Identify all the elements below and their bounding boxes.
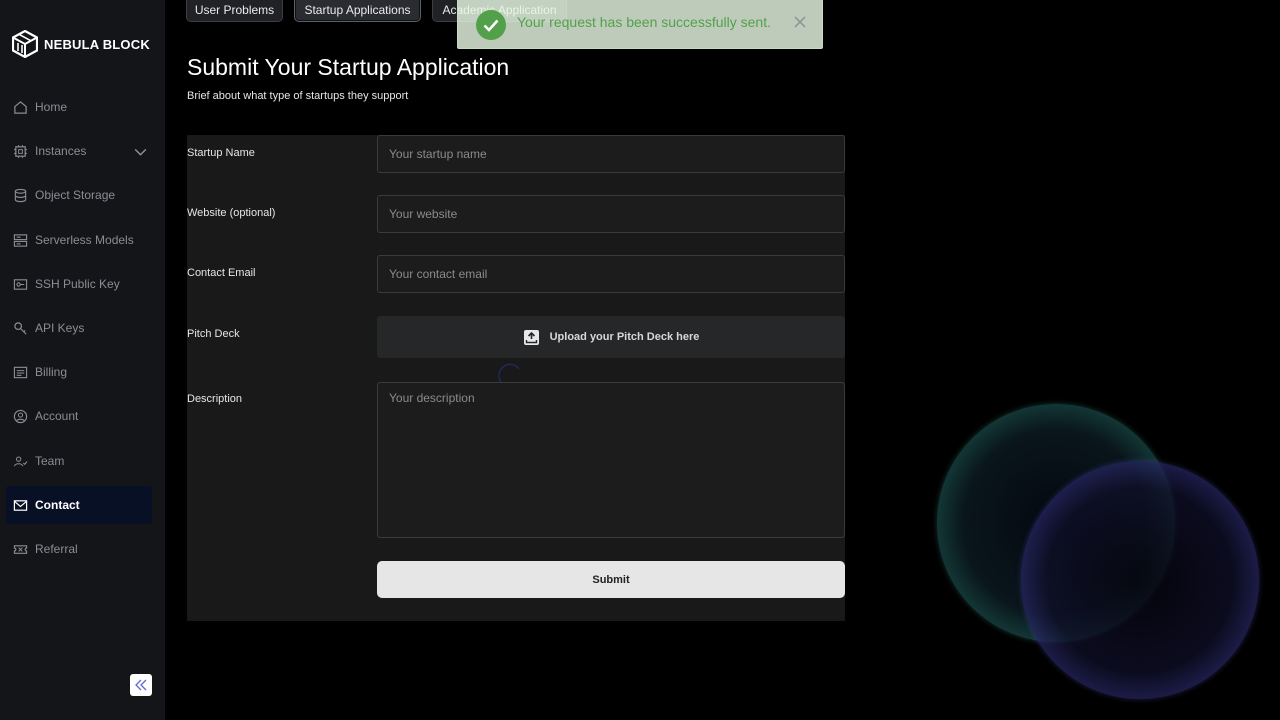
toast-message: Your request has been successfully sent. xyxy=(517,14,771,30)
tab-startup-applications[interactable]: Startup Applications xyxy=(294,0,421,22)
double-chevron-left-icon xyxy=(135,679,147,691)
sidebar-item-label: Contact xyxy=(35,498,80,512)
description-label: Description xyxy=(187,393,243,405)
cube-logo-icon xyxy=(12,30,38,58)
sidebar: NEBULA BLOCK Home Instances Object Stora… xyxy=(0,0,165,720)
decorative-bubble-purple xyxy=(1021,461,1259,699)
sidebar-item-label: Billing xyxy=(35,365,68,379)
key-card-icon xyxy=(13,278,28,290)
startup-name-label: Startup Name xyxy=(187,147,255,159)
sidebar-item-contact[interactable]: Contact xyxy=(6,486,152,524)
sidebar-item-label: Team xyxy=(35,454,65,468)
page-title: Submit Your Startup Application xyxy=(187,54,510,80)
ticket-icon xyxy=(13,544,28,554)
team-icon xyxy=(13,455,28,466)
upload-label: Upload your Pitch Deck here xyxy=(549,331,700,343)
contact-email-label: Contact Email xyxy=(187,267,256,279)
receipt-icon xyxy=(13,366,28,378)
check-circle-icon xyxy=(476,10,506,40)
submit-button[interactable]: Submit xyxy=(377,561,845,598)
contact-email-input[interactable] xyxy=(377,255,845,293)
sidebar-item-label: SSH Public Key xyxy=(35,277,120,291)
sidebar-item-object-storage[interactable]: Object Storage xyxy=(6,176,152,214)
description-textarea[interactable] xyxy=(377,382,845,538)
upload-icon xyxy=(523,329,539,345)
sidebar-item-home[interactable]: Home xyxy=(6,88,152,126)
sidebar-item-label: Referral xyxy=(35,542,78,556)
close-icon[interactable] xyxy=(793,15,807,29)
success-toast: Your request has been successfully sent. xyxy=(457,0,823,49)
pitch-deck-upload[interactable]: Upload your Pitch Deck here xyxy=(377,316,845,358)
sidebar-item-referral[interactable]: Referral xyxy=(6,530,152,568)
sidebar-item-billing[interactable]: Billing xyxy=(6,353,152,391)
sidebar-item-api-keys[interactable]: API Keys xyxy=(6,309,152,347)
sidebar-item-ssh-public-key[interactable]: SSH Public Key xyxy=(6,265,152,303)
database-icon xyxy=(14,188,27,202)
sidebar-item-label: Instances xyxy=(35,144,87,158)
key-icon xyxy=(14,321,27,335)
collapse-sidebar-button[interactable] xyxy=(130,674,152,696)
chip-icon xyxy=(13,144,28,158)
brand-name: NEBULA BLOCK xyxy=(44,36,150,52)
pitch-deck-label: Pitch Deck xyxy=(187,328,240,340)
sidebar-item-label: Object Storage xyxy=(35,188,116,202)
sidebar-item-label: Serverless Models xyxy=(35,233,134,247)
server-icon xyxy=(13,233,28,247)
website-label: Website (optional) xyxy=(187,207,276,219)
sidebar-item-serverless-models[interactable]: Serverless Models xyxy=(6,221,152,259)
brand-logo[interactable]: NEBULA BLOCK xyxy=(12,30,150,58)
chevron-down-icon[interactable] xyxy=(133,144,148,159)
user-circle-icon xyxy=(13,409,28,423)
page-subtitle: Brief about what type of startups they s… xyxy=(187,90,409,102)
tab-user-problems[interactable]: User Problems xyxy=(186,0,283,22)
sidebar-item-label: Home xyxy=(35,100,68,114)
sidebar-item-instances[interactable]: Instances xyxy=(6,132,152,170)
sidebar-item-label: API Keys xyxy=(35,321,85,335)
startup-name-input[interactable] xyxy=(377,135,845,173)
home-icon xyxy=(14,100,27,114)
sidebar-item-team[interactable]: Team xyxy=(6,442,152,480)
sidebar-item-label: Account xyxy=(35,409,79,423)
website-input[interactable] xyxy=(377,195,845,233)
sidebar-item-account[interactable]: Account xyxy=(6,397,152,435)
mail-icon xyxy=(13,499,28,511)
